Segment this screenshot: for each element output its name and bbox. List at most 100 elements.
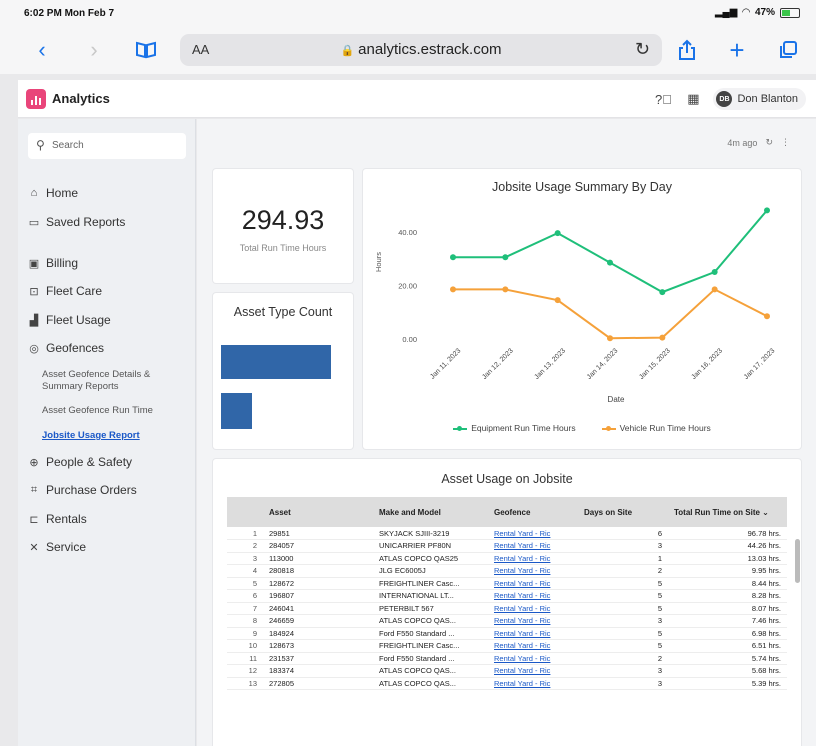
kpi-card: 294.93 Total Run Time Hours xyxy=(213,169,353,283)
status-bar: 6:02 PM Mon Feb 7 ▂▄▆ ◠ 47% xyxy=(0,0,816,26)
data-point[interactable] xyxy=(502,286,509,293)
data-point[interactable] xyxy=(711,286,718,293)
table-row[interactable]: 2 284057 UNICARRIER PF80N Rental Yard - Ric… xyxy=(227,539,787,553)
kpi-value: 294.93 xyxy=(241,205,325,235)
cell-geofence-link[interactable]: Rental Yard - Ric xyxy=(488,664,578,678)
bookmarks-icon[interactable] xyxy=(132,36,160,64)
table-body: 1 29851 SKYJACK SJIII-3219 Rental Yard - Ri… xyxy=(227,527,787,690)
user-menu[interactable]: DB Don Blanton xyxy=(713,88,806,110)
cell-geofence-link[interactable]: Rental Yard - Ric xyxy=(488,627,578,640)
table-row[interactable]: 12 183374 ATLAS COPCO QAS... Rental Yard - … xyxy=(227,664,787,678)
more-options-icon[interactable]: ⋮ xyxy=(781,137,790,148)
updated-text: 4m ago xyxy=(727,137,758,148)
data-point[interactable] xyxy=(764,313,770,320)
header-geofence[interactable]: Geofence xyxy=(488,497,578,527)
browser-toolbar: ‹ › AA 🔒 analytics.estrack.com ↻ + xyxy=(0,26,816,74)
new-tab-icon[interactable]: + xyxy=(724,35,750,65)
share-icon[interactable] xyxy=(674,36,700,64)
fleet-care-icon: ⊡ xyxy=(29,285,39,298)
asset-type-bar[interactable] xyxy=(221,393,252,429)
data-point[interactable] xyxy=(502,254,509,261)
table-row[interactable]: 10 128673 FREIGHTLINER Casc... Rental Yard … xyxy=(227,639,787,653)
sidebar-item-billing[interactable]: ▣ Billing xyxy=(28,256,78,270)
cell-days-on-site: 5 xyxy=(578,589,668,603)
table-row[interactable]: 1 29851 SKYJACK SJIII-3219 Rental Yard - Ri… xyxy=(227,527,787,540)
asset-usage-table: Asset Make and Model Geofence Days on Si… xyxy=(227,497,787,690)
sort-desc-icon[interactable]: ⌄ xyxy=(762,508,769,517)
cell-total-run-time: 6.51 hrs. xyxy=(668,639,787,653)
data-point[interactable] xyxy=(659,334,666,341)
data-point[interactable] xyxy=(607,335,613,342)
table-row[interactable]: 8 246659 ATLAS COPCO QAS... Rental Yard - R… xyxy=(227,614,787,628)
cell-total-run-time: 8.28 hrs. xyxy=(668,589,787,603)
sidebar-item-rentals[interactable]: ⊏ Rentals xyxy=(28,512,86,526)
cell-geofence-link[interactable]: Rental Yard - Ric xyxy=(488,527,578,540)
sidebar-item-home[interactable]: ⌂ Home xyxy=(28,186,78,200)
sidebar-item-purchase-orders[interactable]: ⌗ Purchase Orders xyxy=(28,483,137,497)
reload-icon[interactable]: ↻ xyxy=(635,39,650,60)
cell-asset: 128673 xyxy=(263,639,373,653)
legend-item-vehicle[interactable]: Vehicle Run Time Hours xyxy=(601,423,711,433)
sidebar-item-people-safety[interactable]: ⊕ People & Safety xyxy=(28,455,132,469)
table-row[interactable]: 4 280818 JLG EC6005J Rental Yard - Ric 2 9.95… xyxy=(227,564,787,578)
cell-geofence-link[interactable]: Rental Yard - Ric xyxy=(488,577,578,590)
cell-geofence-link[interactable]: Rental Yard - Ric xyxy=(488,589,578,603)
legend-item-equipment[interactable]: Equipment Run Time Hours xyxy=(453,423,576,433)
sidebar-item-service[interactable]: ✕ Service xyxy=(28,540,86,554)
table-row[interactable]: 5 128672 FREIGHTLINER Casc... Rental Yard -… xyxy=(227,577,787,590)
sidebar-item-geofences[interactable]: ◎ Geofences xyxy=(28,341,104,355)
header-days-on-site[interactable]: Days on Site xyxy=(578,497,668,527)
data-point[interactable] xyxy=(607,259,613,266)
url-field[interactable]: 🔒 analytics.estrack.com xyxy=(180,41,662,58)
table-scrollbar[interactable] xyxy=(795,539,800,583)
header-asset[interactable]: Asset xyxy=(263,497,373,527)
lock-icon: 🔒 xyxy=(340,45,355,57)
y-tick-label: 20.00 xyxy=(398,281,417,290)
data-point[interactable] xyxy=(554,297,561,304)
cell-geofence-link[interactable]: Rental Yard - Ric xyxy=(488,539,578,553)
sidebar-item-fleet-usage[interactable]: ▟ Fleet Usage xyxy=(28,313,111,327)
cell-geofence-link[interactable]: Rental Yard - Ric xyxy=(488,652,578,665)
help-icon[interactable]: ?⃝ xyxy=(653,89,673,109)
table-row[interactable]: 6 196807 INTERNATIONAL LT... Rental Yard - … xyxy=(227,589,787,603)
cell-geofence-link[interactable]: Rental Yard - Ric xyxy=(488,602,578,615)
data-point[interactable] xyxy=(711,269,718,275)
table-row[interactable]: 9 184924 Ford F550 Standard ... Rental Yard… xyxy=(227,627,787,640)
sidebar-subitem-geofence-details[interactable]: Asset Geofence Details & Summary Reports xyxy=(42,369,192,393)
sidebar-subitem-geofence-run-time[interactable]: Asset Geofence Run Time xyxy=(42,405,192,417)
header-total-run-time[interactable]: Total Run Time on Site ⌄ xyxy=(668,497,787,527)
data-point[interactable] xyxy=(764,207,770,214)
data-point[interactable] xyxy=(659,289,666,296)
table-row[interactable]: 11 231537 Ford F550 Standard ... Rental Yar… xyxy=(227,652,787,665)
refresh-icon[interactable]: ↻ xyxy=(765,137,773,148)
table-row[interactable]: 3 113000 ATLAS COPCO QAS25 Rental Yard - Ri… xyxy=(227,552,787,565)
data-point[interactable] xyxy=(450,286,456,293)
asset-type-bar[interactable] xyxy=(221,345,331,379)
sidebar-item-fleet-care[interactable]: ⊡ Fleet Care xyxy=(28,284,102,298)
cell-asset: 231537 xyxy=(263,652,373,665)
apps-grid-icon[interactable]: ▦ xyxy=(683,89,703,109)
forward-icon[interactable]: › xyxy=(82,36,106,64)
search-input[interactable]: ⚲ Search xyxy=(28,133,186,159)
cell-geofence-link[interactable]: Rental Yard - Ric xyxy=(488,552,578,565)
tabs-icon[interactable] xyxy=(774,36,802,64)
cell-geofence-link[interactable]: Rental Yard - Ric xyxy=(488,614,578,628)
search-icon: ⚲ xyxy=(36,138,45,152)
table-row[interactable]: 13 272805 ATLAS COPCO QAS... Rental Yard - … xyxy=(227,677,787,690)
table-row[interactable]: 7 246041 PETERBILT 567 Rental Yard - Ric 5 8.… xyxy=(227,602,787,615)
cell-index: 11 xyxy=(227,652,263,665)
data-point[interactable] xyxy=(450,254,456,261)
x-axis-label: Date xyxy=(608,395,625,404)
data-point[interactable] xyxy=(554,230,561,237)
signal-icon: ▂▄▆ xyxy=(714,7,738,18)
cell-geofence-link[interactable]: Rental Yard - Ric xyxy=(488,564,578,578)
cell-total-run-time: 5.68 hrs. xyxy=(668,664,787,678)
cell-geofence-link[interactable]: Rental Yard - Ric xyxy=(488,677,578,690)
billing-icon: ▣ xyxy=(28,257,40,270)
header-make-model[interactable]: Make and Model xyxy=(373,497,488,527)
sidebar-subitem-jobsite-usage[interactable]: Jobsite Usage Report xyxy=(42,430,192,442)
address-bar[interactable]: AA 🔒 analytics.estrack.com ↻ xyxy=(180,34,662,66)
back-icon[interactable]: ‹ xyxy=(30,36,54,64)
cell-geofence-link[interactable]: Rental Yard - Ric xyxy=(488,639,578,653)
sidebar-item-saved-reports[interactable]: ▭ Saved Reports xyxy=(28,215,126,229)
